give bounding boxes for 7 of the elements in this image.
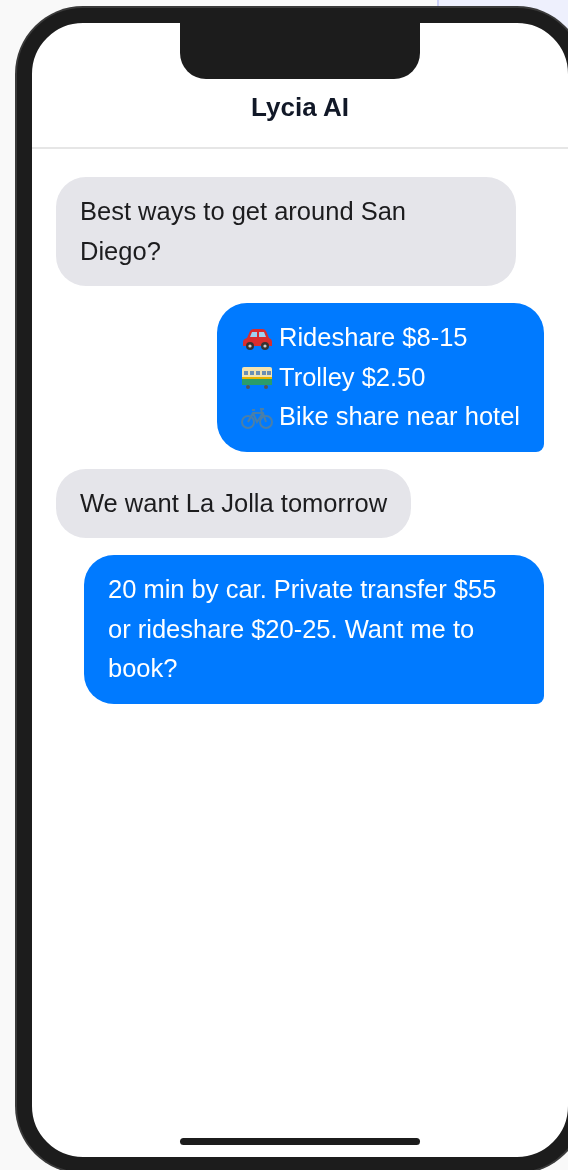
user-message-bubble: Best ways to get around San Diego?	[56, 177, 516, 286]
user-message-bubble: We want La Jolla tomorrow	[56, 468, 412, 538]
message-line: Rideshare $8-15	[279, 322, 468, 353]
assistant-message-bubble: 20 min by car. Private transfer $55 or rideshare $20-25. Want me to book?	[84, 555, 544, 704]
app-title: Lycia AI	[251, 91, 349, 124]
message-line: Bike share near hotel	[279, 401, 520, 432]
message-line: Trolley $2.50	[279, 361, 426, 393]
